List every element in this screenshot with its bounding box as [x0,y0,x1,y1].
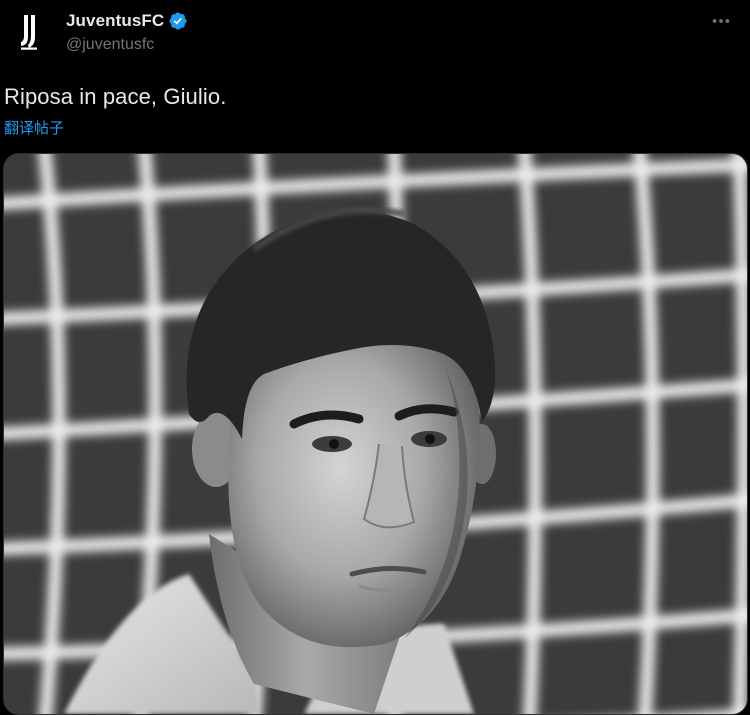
post-photo[interactable] [3,153,748,715]
translate-post-link[interactable]: 翻译帖子 [4,117,64,138]
author-handle[interactable]: @juventusfc [66,36,188,54]
more-options-button[interactable] [706,6,736,36]
post-text: Riposa in pace, Giulio. [4,84,227,109]
author-name-row: JuventusFC [66,10,188,32]
post-header: JuventusFC @juventusfc [0,0,750,70]
post: JuventusFC @juventusfc Riposa in pace, G… [0,0,750,715]
author-display-name[interactable]: JuventusFC [66,11,164,31]
author-block: JuventusFC @juventusfc [66,10,188,54]
juventus-logo-icon [21,15,37,50]
more-horizontal-icon [712,19,730,23]
verified-badge-icon [169,12,187,30]
avatar[interactable] [6,8,54,56]
photo-portrait [4,154,747,714]
